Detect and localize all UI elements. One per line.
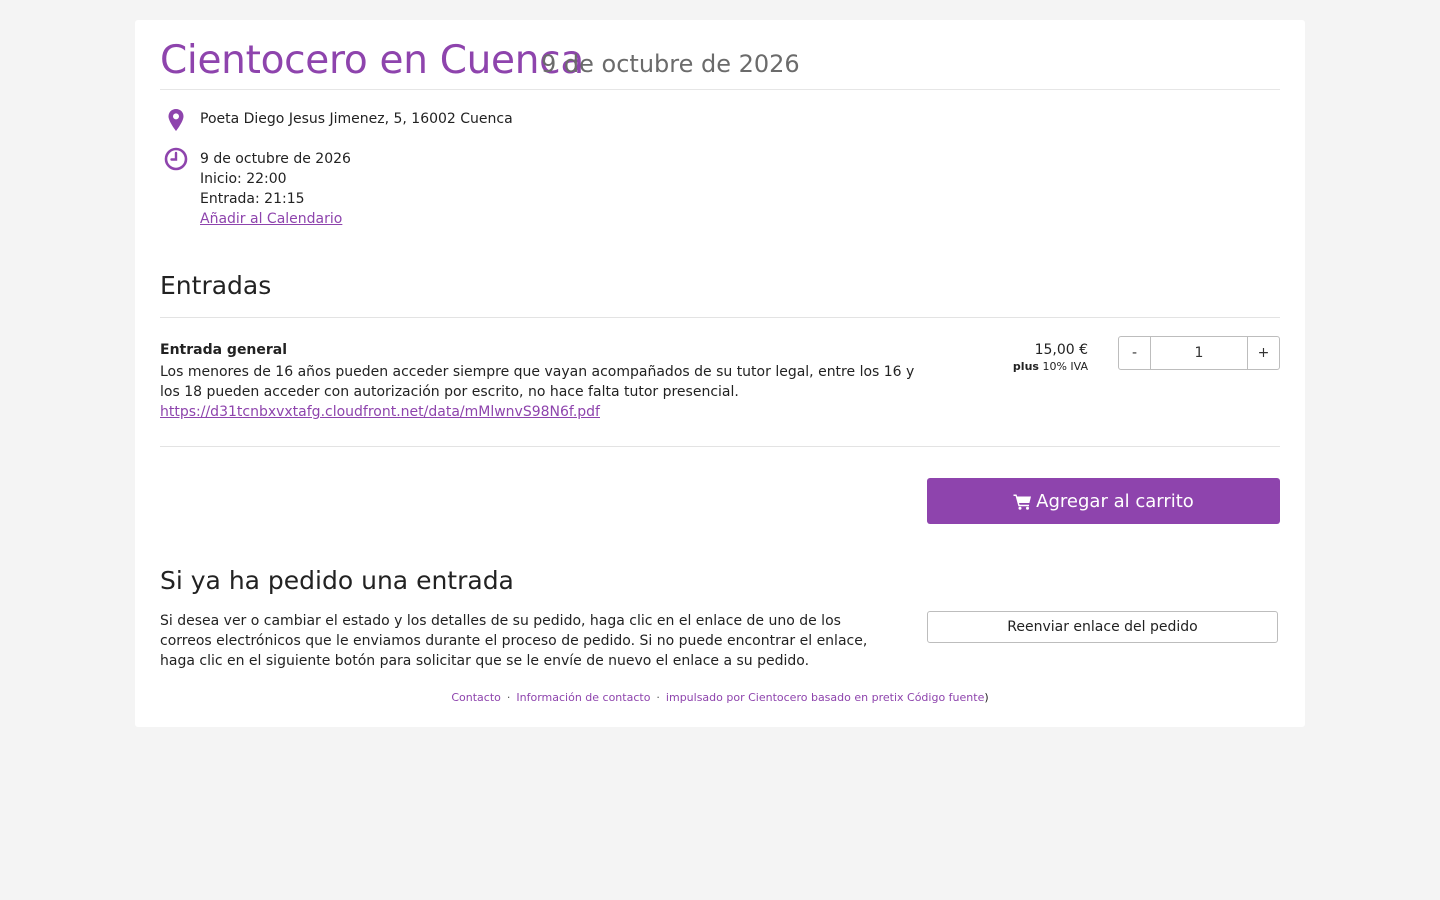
- ticket-price: 15,00 €: [1034, 342, 1088, 358]
- footer-contact-link[interactable]: Contacto: [451, 691, 501, 704]
- existing-order-text: Si desea ver o cambiar el estado y los d…: [160, 613, 868, 669]
- ticket-name: Entrada general: [160, 342, 288, 358]
- event-address: Poeta Diego Jesus Jimenez, 5, 16002 Cuen…: [200, 111, 513, 127]
- footer-separator: ·: [506, 691, 511, 704]
- map-marker-icon: [168, 109, 184, 131]
- schedule-details: 9 de octubre de 2026 Inicio: 22:00 Entra…: [200, 149, 351, 229]
- cart-divider: [160, 446, 1280, 447]
- event-title: Cientocero en Cuenca: [160, 38, 584, 83]
- clock-icon: [164, 147, 188, 171]
- resend-order-link-button[interactable]: Reenviar enlace del pedido: [927, 611, 1278, 643]
- tax-rate: 10% IVA: [1042, 360, 1088, 373]
- shopping-cart-icon: [1013, 494, 1032, 510]
- existing-order-heading: Si ya ha pedido una entrada: [160, 566, 514, 595]
- add-to-cart-button[interactable]: Agregar al carrito: [927, 478, 1280, 524]
- footer-powered-by-link[interactable]: impulsado por Cientocero basado en preti…: [666, 691, 904, 704]
- quantity-stepper: - +: [1118, 336, 1280, 370]
- quantity-decrease-button[interactable]: -: [1119, 337, 1151, 369]
- footer-source-code-link[interactable]: Código fuente: [907, 691, 984, 704]
- schedule-entry-time: Entrada: 21:15: [200, 191, 305, 207]
- schedule-date: 9 de octubre de 2026: [200, 151, 351, 167]
- footer-separator: ·: [656, 691, 660, 704]
- quantity-increase-button[interactable]: +: [1247, 337, 1279, 369]
- footer: Contacto · Información de contacto · impulsa…: [160, 691, 1280, 704]
- event-page-card: Cientocero en Cuenca 9 de octubre de 202…: [135, 20, 1305, 727]
- footer-contact-info-link[interactable]: Información de contacto: [516, 691, 650, 704]
- event-date-subtitle: 9 de octubre de 2026: [541, 50, 800, 78]
- tax-prefix: plus: [1012, 360, 1039, 373]
- quantity-input[interactable]: [1151, 337, 1247, 369]
- add-to-cart-label: Agregar al carrito: [1036, 490, 1194, 512]
- schedule-start-time: Inicio: 22:00: [200, 171, 287, 187]
- tickets-heading: Entradas: [160, 271, 272, 300]
- event-header: Cientocero en Cuenca 9 de octubre de 202…: [160, 36, 1280, 90]
- ticket-description: Los menores de 16 años pueden acceder si…: [160, 364, 915, 400]
- ticket-info-pdf-link[interactable]: https://d31tcnbxvxtafg.cloudfront.net/da…: [160, 404, 600, 420]
- add-to-calendar-link[interactable]: Añadir al Calendario: [200, 211, 342, 227]
- ticket-tax-note: plus 10% IVA: [1013, 360, 1088, 373]
- tickets-divider: [160, 317, 1280, 318]
- footer-close-paren: ): [984, 691, 989, 704]
